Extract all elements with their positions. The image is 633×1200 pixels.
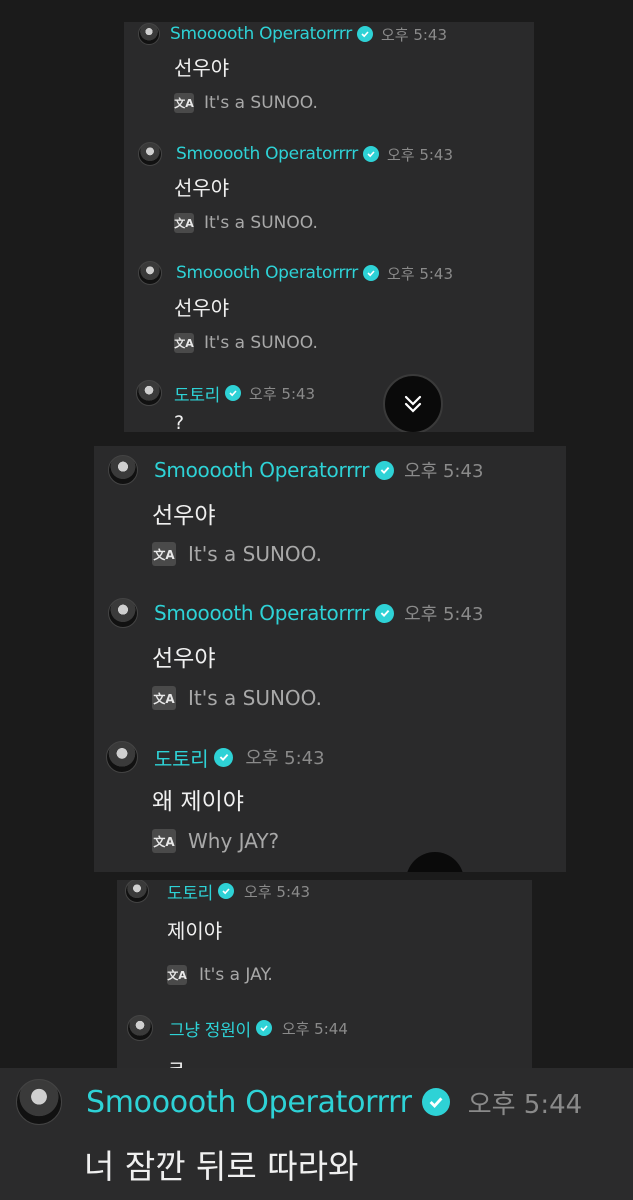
translation-text: It's a SUNOO. — [188, 542, 322, 566]
translation-row: 文A It's a SUNOO. — [152, 686, 322, 710]
message-text: 선우야 — [152, 646, 216, 672]
translate-icon[interactable]: 文A — [167, 965, 187, 985]
translation-text: Why JAY? — [188, 829, 280, 853]
user-avatar[interactable] — [106, 741, 138, 773]
user-avatar[interactable] — [136, 380, 162, 406]
timestamp: 오후 5:43 — [249, 384, 316, 403]
message-header: Smooooth Operatorrrr 오후 5:43 — [138, 261, 453, 285]
timestamp: 오후 5:43 — [244, 882, 311, 901]
verified-badge-icon — [362, 265, 379, 281]
timestamp: 오후 5:43 — [404, 461, 484, 482]
user-avatar[interactable] — [16, 1079, 62, 1125]
translation-row: 文A Why JAY? — [152, 829, 279, 853]
verified-badge-icon — [356, 26, 373, 42]
translation-text: It's a SUNOO. — [204, 333, 318, 353]
message-text: 선우야 — [152, 503, 216, 529]
verified-badge-icon — [375, 460, 395, 480]
translate-icon[interactable]: 文A — [152, 686, 176, 710]
message-text: 선우야 — [174, 296, 230, 320]
scroll-to-bottom-button[interactable] — [383, 374, 443, 432]
translation-row: 文A It's a JAY. — [167, 965, 273, 985]
verified-badge-icon — [214, 747, 234, 767]
verified-badge-icon — [218, 883, 235, 899]
timestamp: 오후 5:43 — [386, 264, 454, 283]
user-avatar[interactable] — [108, 598, 138, 628]
screenshot-section-1: Smooooth Operatorrrr 오후 5:43 선우야 文A It's… — [0, 0, 633, 440]
verified-badge-icon — [375, 603, 395, 623]
message-text: ? — [174, 412, 185, 432]
username[interactable]: Smooooth Operatorrrr — [176, 263, 358, 283]
verified-badge-icon — [225, 385, 242, 401]
translation-text: It's a SUNOO. — [204, 93, 318, 113]
user-avatar[interactable] — [125, 880, 149, 903]
user-avatar[interactable] — [127, 1015, 153, 1041]
verified-badge-icon — [255, 1020, 272, 1036]
translation-text: It's a JAY. — [199, 965, 273, 985]
translate-icon[interactable]: 文A — [174, 333, 194, 353]
verified-badge-icon — [421, 1088, 450, 1116]
timestamp: 오후 5:43 — [404, 604, 484, 625]
translate-icon[interactable]: 文A — [174, 93, 194, 113]
screenshot-section-4: Smooooth Operatorrrr 오후 5:44 너 잠깐 뒤로 따라와 — [0, 1068, 633, 1200]
username[interactable]: Smooooth Operatorrrr — [154, 458, 369, 482]
scroll-to-bottom-button[interactable] — [406, 852, 464, 872]
username[interactable]: 도토리 — [167, 880, 213, 904]
translation-row: 文A It's a SUNOO. — [174, 333, 318, 353]
message-header: Smooooth Operatorrrr 오후 5:43 — [108, 598, 484, 628]
username[interactable]: Smooooth Operatorrrr — [86, 1085, 412, 1120]
screenshot-section-3: 도토리 오후 5:43 제이야 文A It's a JAY. 그냥 정원이 오후… — [0, 872, 633, 1068]
user-avatar[interactable] — [138, 261, 162, 285]
double-chevron-down-icon — [404, 395, 422, 413]
user-avatar[interactable] — [138, 23, 160, 45]
translation-text: It's a SUNOO. — [204, 213, 318, 233]
translation-row: 文A It's a SUNOO. — [152, 542, 322, 566]
timestamp: 오후 5:43 — [380, 25, 448, 44]
screenshot-section-2: Smooooth Operatorrrr 오후 5:43 선우야 文A It's… — [0, 440, 633, 872]
message-text: 왜 제이야 — [152, 789, 244, 815]
message-header: Smooooth Operatorrrr 오후 5:44 — [16, 1079, 583, 1125]
timestamp: 오후 5:43 — [245, 748, 325, 769]
translation-row: 文A It's a SUNOO. — [174, 93, 318, 113]
message-header: Smooooth Operatorrrr 오후 5:43 — [138, 22, 447, 46]
translate-icon[interactable]: 文A — [174, 213, 194, 233]
message-text: 너 잠깐 뒤로 따라와 — [84, 1147, 359, 1186]
chat-panel-1: Smooooth Operatorrrr 오후 5:43 선우야 文A It's… — [124, 22, 534, 432]
chat-panel-3: 도토리 오후 5:43 제이야 文A It's a JAY. 그냥 정원이 오후… — [117, 880, 532, 1068]
username[interactable]: Smooooth Operatorrrr — [170, 24, 352, 44]
timestamp: 오후 5:44 — [281, 1019, 348, 1038]
message-text: ㅋ — [167, 1056, 186, 1068]
message-header: Smooooth Operatorrrr 오후 5:43 — [108, 455, 484, 485]
username[interactable]: 그냥 정원이 — [169, 1016, 251, 1041]
username[interactable]: 도토리 — [174, 381, 220, 406]
timestamp: 오후 5:43 — [386, 145, 454, 164]
chat-panel-2: Smooooth Operatorrrr 오후 5:43 선우야 文A It's… — [94, 446, 566, 872]
username[interactable]: Smooooth Operatorrrr — [176, 144, 358, 164]
message-header: 도토리 오후 5:43 — [125, 880, 311, 904]
message-header: 그냥 정원이 오후 5:44 — [127, 1015, 348, 1041]
verified-badge-icon — [362, 146, 379, 162]
message-text: 선우야 — [174, 176, 230, 200]
translation-text: It's a SUNOO. — [188, 686, 322, 710]
timestamp: 오후 5:44 — [467, 1089, 583, 1120]
translate-icon[interactable]: 文A — [152, 829, 176, 853]
user-avatar[interactable] — [138, 142, 162, 166]
message-header: Smooooth Operatorrrr 오후 5:43 — [138, 142, 453, 166]
message-text: 선우야 — [174, 56, 230, 80]
username[interactable]: 도토리 — [154, 743, 209, 772]
translate-icon[interactable]: 文A — [152, 542, 176, 566]
translation-row: 文A It's a SUNOO. — [174, 213, 318, 233]
message-header: 도토리 오후 5:43 — [136, 380, 316, 406]
message-header: 도토리 오후 5:43 — [106, 741, 325, 773]
message-text: 제이야 — [167, 919, 223, 943]
user-avatar[interactable] — [108, 455, 138, 485]
username[interactable]: Smooooth Operatorrrr — [154, 601, 369, 625]
